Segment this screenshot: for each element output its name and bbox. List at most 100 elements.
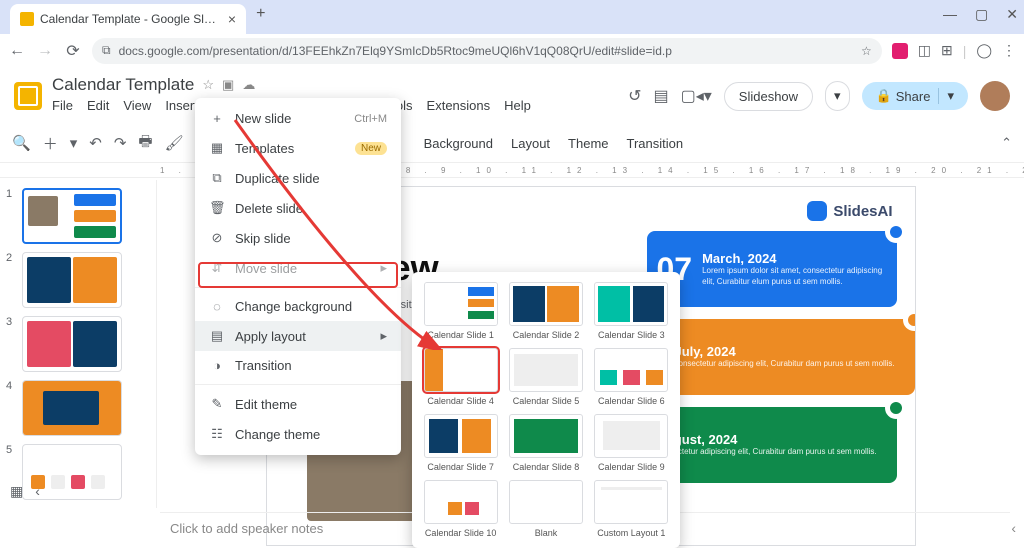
menu-item-apply-layout[interactable]: ▤Apply layout▸ xyxy=(195,321,401,351)
share-button[interactable]: 🔒 Share ▾ xyxy=(862,82,968,110)
paint-format-icon[interactable]: 🖌 xyxy=(165,134,184,152)
history-icon[interactable]: ↺ xyxy=(628,86,641,106)
profile-icon[interactable]: ◯ xyxy=(976,42,992,59)
menu-item-delete-slide[interactable]: 🗑Delete slide xyxy=(195,193,401,223)
slideshow-button[interactable]: Slideshow xyxy=(724,82,813,111)
thumb-number: 4 xyxy=(6,380,16,392)
menu-item-move-slide[interactable]: ⇵Move slide▸ xyxy=(195,253,401,283)
menu-item-duplicate-slide[interactable]: ⧉Duplicate slide xyxy=(195,163,401,193)
menu-item-templates[interactable]: ▦TemplatesNew xyxy=(195,133,401,163)
layout-option[interactable]: Calendar Slide 7 xyxy=(422,414,499,472)
meet-icon[interactable]: ▢◂▾ xyxy=(681,86,712,106)
menu-item-icon: + xyxy=(209,111,225,126)
layout-option[interactable]: Calendar Slide 10 xyxy=(422,480,499,538)
lock-icon: 🔒 xyxy=(876,88,892,104)
menu-edit[interactable]: Edit xyxy=(87,98,109,117)
extension-pink-icon[interactable] xyxy=(892,43,908,59)
layout-option[interactable]: Calendar Slide 1 xyxy=(422,282,499,340)
share-dropdown-icon[interactable]: ▾ xyxy=(938,88,954,104)
reload-icon[interactable]: ⟳ xyxy=(64,41,82,61)
menu-item-icon: ▤ xyxy=(209,328,225,344)
submenu-caret-icon: ▸ xyxy=(380,260,387,276)
layout-option[interactable]: Calendar Slide 3 xyxy=(593,282,670,340)
menu-item-skip-slide[interactable]: ⊘Skip slide xyxy=(195,223,401,253)
close-window-icon[interactable]: ✕ xyxy=(1006,6,1018,23)
menu-view[interactable]: View xyxy=(123,98,151,117)
collapse-toolbar-icon[interactable]: ⌃ xyxy=(1001,135,1012,151)
url-field[interactable]: ⧉ docs.google.com/presentation/d/13FEEhk… xyxy=(92,38,882,64)
search-menus-icon[interactable]: 🔍 xyxy=(12,134,31,152)
minimize-icon[interactable]: — xyxy=(943,6,957,23)
toolbar-layout[interactable]: Layout xyxy=(511,136,550,151)
menu-item-change-background[interactable]: ◌Change background xyxy=(195,292,401,321)
site-settings-icon[interactable]: ⧉ xyxy=(102,43,111,58)
redo-icon[interactable]: ↷ xyxy=(114,134,127,152)
menu-file[interactable]: File xyxy=(52,98,73,117)
slide-thumbnail[interactable] xyxy=(22,252,122,308)
slideshow-dropdown[interactable]: ▾ xyxy=(825,81,850,111)
account-avatar[interactable] xyxy=(980,81,1010,111)
print-icon[interactable]: 🖶 xyxy=(138,131,152,156)
explore-icon[interactable]: ‹ xyxy=(1011,520,1016,536)
doc-title[interactable]: Calendar Template xyxy=(52,75,194,95)
move-doc-icon[interactable]: ▣ xyxy=(222,77,234,93)
chrome-menu-icon[interactable]: ⋮ xyxy=(1002,42,1016,59)
layout-option[interactable]: Calendar Slide 2 xyxy=(507,282,584,340)
notes-placeholder: Click to add speaker notes xyxy=(170,521,323,536)
slide-thumbnail[interactable] xyxy=(22,188,122,244)
layout-option[interactable]: Calendar Slide 8 xyxy=(507,414,584,472)
star-doc-icon[interactable]: ☆ xyxy=(202,77,214,93)
thumb-number: 5 xyxy=(6,444,16,456)
star-icon[interactable]: ☆ xyxy=(861,44,872,58)
layout-option[interactable]: Calendar Slide 5 xyxy=(507,348,584,406)
toolbar: 🔍 ＋ ▾ ↶ ↷ 🖶 🖌 Background Layout Theme Tr… xyxy=(0,124,1024,162)
layout-option[interactable]: Calendar Slide 6 xyxy=(593,348,670,406)
extension-icon[interactable]: ◫ xyxy=(918,42,931,59)
profile-divider: | xyxy=(963,43,967,59)
new-tab-button[interactable]: + xyxy=(256,5,265,23)
slide-menu-dropdown: +New slideCtrl+M▦TemplatesNew⧉Duplicate … xyxy=(195,98,401,455)
undo-icon[interactable]: ↶ xyxy=(89,134,102,152)
layout-option[interactable]: Calendar Slide 9 xyxy=(593,414,670,472)
apply-layout-submenu: Calendar Slide 1Calendar Slide 2Calendar… xyxy=(412,272,680,548)
slides-logo-icon[interactable] xyxy=(14,82,42,110)
comments-icon[interactable]: ▤ xyxy=(653,86,668,106)
toolbar-transition[interactable]: Transition xyxy=(627,136,684,151)
new-slide-with-layout-icon[interactable]: ▾ xyxy=(70,134,78,152)
menu-item-icon: ▦ xyxy=(209,140,225,156)
slide-panel: 1 2 3 4 xyxy=(0,180,138,508)
app-header: Calendar Template ☆ ▣ ☁ File Edit View I… xyxy=(0,68,1024,124)
menu-item-change-theme[interactable]: ☷Change theme xyxy=(195,419,401,449)
panel-collapse-icon[interactable]: ‹ xyxy=(35,483,40,500)
thumb-number: 1 xyxy=(6,188,16,200)
url-text: docs.google.com/presentation/d/13FEEhkZn… xyxy=(119,44,672,58)
menu-item-icon: ⇵ xyxy=(209,260,225,276)
new-slide-icon[interactable]: ＋ xyxy=(43,133,58,154)
forward-icon[interactable]: → xyxy=(36,42,54,60)
slide-thumbnail[interactable] xyxy=(22,380,122,436)
extensions-puzzle-icon[interactable]: ⊞ xyxy=(941,42,953,59)
tab-close-icon[interactable]: × xyxy=(228,11,236,27)
menu-item-transition[interactable]: ◑Transition xyxy=(195,351,401,380)
slide-card-2: July, 2024 consectetur adipiscing elit, … xyxy=(665,319,915,395)
menu-item-edit-theme[interactable]: ✎Edit theme xyxy=(195,389,401,419)
back-icon[interactable]: ← xyxy=(8,42,26,60)
menu-item-new-slide[interactable]: +New slideCtrl+M xyxy=(195,104,401,133)
layout-option[interactable]: Custom Layout 1 xyxy=(593,480,670,538)
horizontal-ruler: 1 . 2 . 3 . 4 . 5 . 6 . 7 . 8 . 9 . 10 .… xyxy=(0,162,1024,178)
menu-extensions[interactable]: Extensions xyxy=(427,98,491,117)
menu-item-icon: ☷ xyxy=(209,426,225,442)
browser-titlebar: Calendar Template - Google Sl… × + — ▢ ✕ xyxy=(0,0,1024,34)
menu-help[interactable]: Help xyxy=(504,98,531,117)
menu-insert[interactable]: Insert xyxy=(165,98,198,117)
grid-view-icon[interactable]: ▦ xyxy=(10,483,23,500)
toolbar-theme[interactable]: Theme xyxy=(568,136,608,151)
toolbar-background[interactable]: Background xyxy=(424,136,493,151)
slide-thumbnail[interactable] xyxy=(22,316,122,372)
maximize-icon[interactable]: ▢ xyxy=(975,6,988,23)
menu-item-icon: ⧉ xyxy=(209,170,225,186)
layout-option[interactable]: Calendar Slide 4 xyxy=(422,348,499,406)
cloud-status-icon[interactable]: ☁ xyxy=(242,77,255,93)
layout-option[interactable]: Blank xyxy=(507,480,584,538)
browser-tab[interactable]: Calendar Template - Google Sl… × xyxy=(10,4,246,34)
